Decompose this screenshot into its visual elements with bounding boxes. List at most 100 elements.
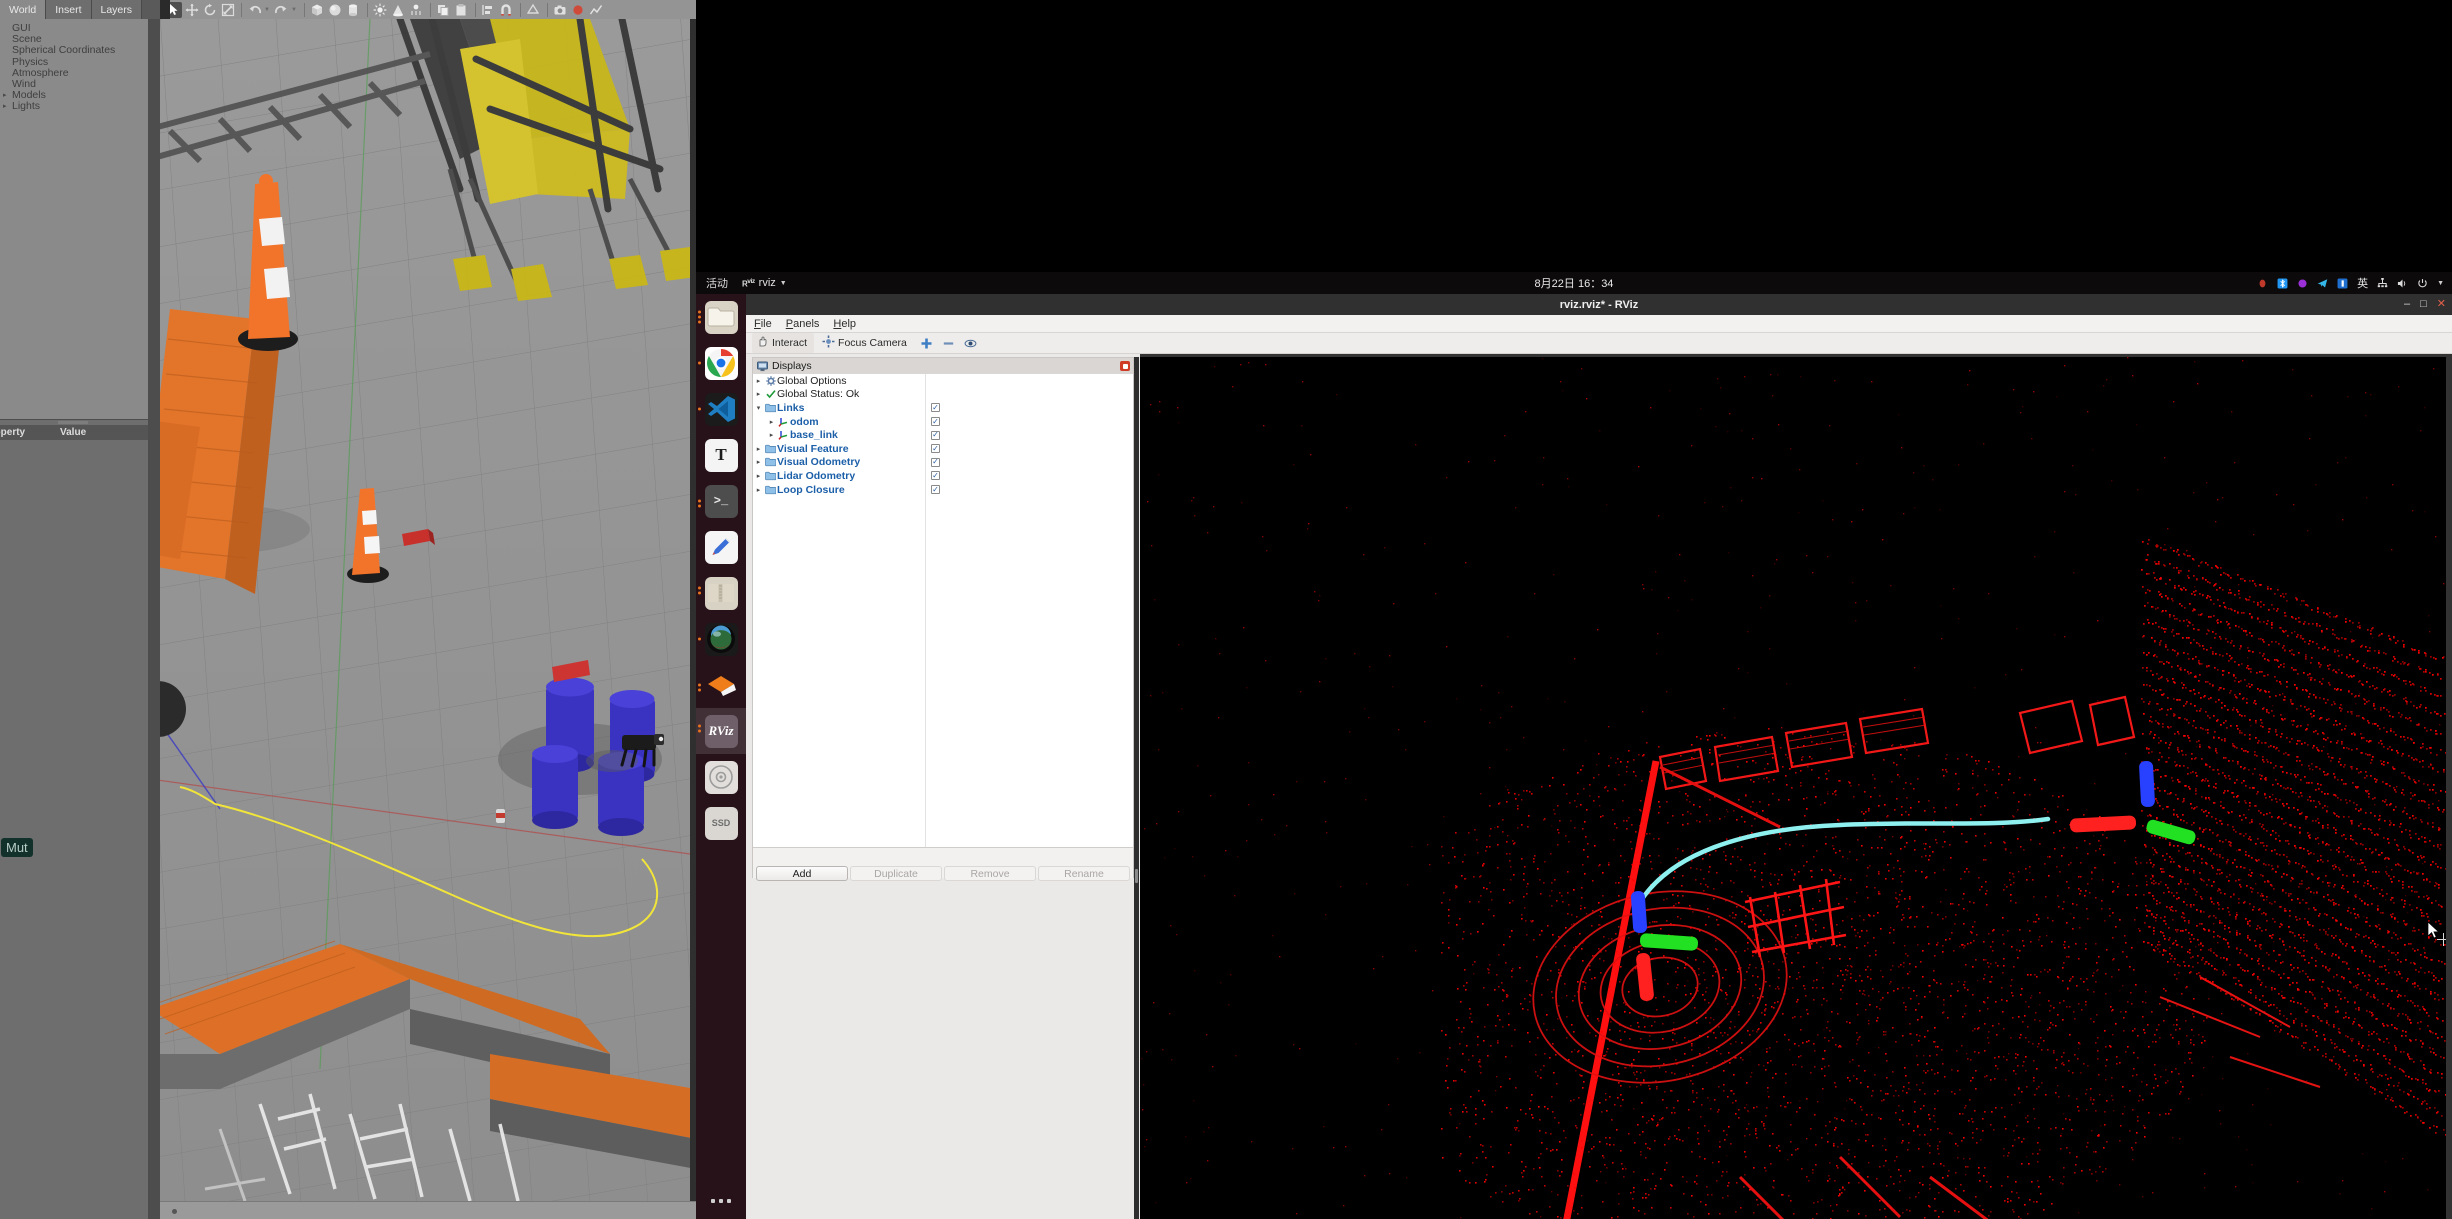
network-wired-icon[interactable] <box>2377 277 2388 289</box>
files-dock-item[interactable] <box>696 294 746 340</box>
expand-arrow-icon[interactable]: ▾ <box>753 404 764 412</box>
expand-arrow-icon[interactable]: ▸ <box>753 472 764 480</box>
ssd-drive-dock-item[interactable]: SSD <box>696 800 746 846</box>
close-button[interactable]: ✕ <box>2437 299 2446 310</box>
change-view-tool[interactable] <box>525 2 542 18</box>
todo-app-icon[interactable] <box>2337 278 2348 289</box>
activities-button[interactable]: 活动 <box>706 275 728 291</box>
archive-manager-dock-item[interactable] <box>696 570 746 616</box>
volume-icon[interactable] <box>2397 278 2408 289</box>
gazebo-dock-item[interactable] <box>696 616 746 662</box>
align-tool[interactable] <box>480 2 497 18</box>
expand-arrow-icon[interactable]: ▸ <box>753 377 764 385</box>
rotate-mode-tool[interactable] <box>201 2 218 18</box>
display-visibility-checkbox[interactable]: ✓ <box>931 430 940 440</box>
insert-cylinder-tool[interactable] <box>345 2 362 18</box>
display-visibility-checkbox[interactable]: ✓ <box>931 485 940 495</box>
log-tool[interactable] <box>570 2 587 18</box>
display-visibility-checkbox[interactable]: ✓ <box>931 471 940 481</box>
rviz-dock-item[interactable]: RViz <box>696 708 746 754</box>
minimize-button[interactable]: – <box>2404 299 2410 310</box>
scale-mode-tool[interactable] <box>219 2 236 18</box>
displays-tree[interactable]: ▸ Global Options ▸ Global Status: Ok ▾ Links ✓… <box>753 374 1133 847</box>
display-item-visual-feature[interactable]: ▸ Visual Feature ✓ <box>753 442 1133 456</box>
app-menu[interactable]: Rviz rviz ▼ <box>742 277 787 289</box>
tab-insert[interactable]: Insert <box>46 0 92 19</box>
menu-help[interactable]: Help <box>833 318 856 330</box>
display-visibility-checkbox[interactable]: ✓ <box>931 417 940 427</box>
texstudio-dock-item[interactable]: T <box>696 432 746 478</box>
tool-focus-camera[interactable]: Focus Camera <box>818 333 914 353</box>
gazebo-world-tree[interactable]: GUI Scene Spherical Coordinates Physics Atmo… <box>0 19 148 419</box>
meshlab-dock-item[interactable] <box>696 662 746 708</box>
system-menu-caret-icon[interactable]: ▼ <box>2437 280 2444 287</box>
menu-panels[interactable]: Panels <box>786 318 820 330</box>
tool-add-tool[interactable] <box>918 335 936 352</box>
expand-arrow-icon[interactable]: ▸ <box>753 486 764 494</box>
display-item-lidar-odometry[interactable]: ▸ Lidar Odometry ✓ <box>753 469 1133 483</box>
close-displays-panel-icon[interactable] <box>1120 361 1130 371</box>
expand-arrow-icon[interactable]: ▸ <box>753 458 764 466</box>
redo-history-tool[interactable]: ▼ <box>291 7 297 13</box>
display-item-global-options[interactable]: ▸ Global Options <box>753 374 1133 388</box>
plot-tool[interactable] <box>588 2 605 18</box>
redo-tool[interactable] <box>273 2 290 18</box>
add-display-button[interactable]: Add <box>756 866 848 881</box>
network-manager-icon[interactable] <box>2297 278 2308 289</box>
display-visibility-checkbox[interactable]: ✓ <box>931 403 940 413</box>
show-applications-button[interactable] <box>696 1191 746 1211</box>
text-editor-dock-item[interactable] <box>696 524 746 570</box>
gazebo-3d-viewport[interactable] <box>160 19 696 1201</box>
insert-directionallight-tool[interactable] <box>408 2 425 18</box>
display-item-base-link[interactable]: ▸ base_link ✓ <box>753 428 1133 442</box>
google-chrome-dock-item[interactable] <box>696 340 746 386</box>
rviz-3d-viewport[interactable] <box>1140 357 2446 1219</box>
rviz-splitter-grip[interactable] <box>1135 869 1138 883</box>
display-item-odom[interactable]: ▸ odom ✓ <box>753 415 1133 429</box>
snap-tool[interactable] <box>498 2 515 18</box>
icon-wrap: >_ <box>704 484 738 518</box>
insert-spotlight-tool[interactable] <box>390 2 407 18</box>
recording-indicator-icon[interactable] <box>2257 278 2268 289</box>
display-visibility-checkbox[interactable]: ✓ <box>931 457 940 467</box>
clock[interactable]: 8月22日 16：34 <box>696 275 2452 291</box>
vscode-dock-item[interactable] <box>696 386 746 432</box>
telegram-icon[interactable] <box>2317 278 2328 289</box>
tab-world[interactable]: World <box>0 0 47 19</box>
insert-sphere-tool[interactable] <box>327 2 344 18</box>
tool-interact[interactable]: Interact <box>752 333 815 353</box>
display-item-global-status-ok[interactable]: ▸ Global Status: Ok <box>753 388 1133 402</box>
display-item-visual-odometry[interactable]: ▸ Visual Odometry ✓ <box>753 456 1133 470</box>
gazebo-panel-grip[interactable] <box>58 421 88 424</box>
tool-properties[interactable] <box>962 335 980 352</box>
input-method-icon[interactable]: 英 <box>2357 275 2368 291</box>
maximize-button[interactable]: □ <box>2420 299 2427 310</box>
display-item-loop-closure[interactable]: ▸ Loop Closure ✓ <box>753 483 1133 497</box>
expand-arrow-icon[interactable]: ▸ <box>766 431 777 439</box>
expand-arrow-icon[interactable]: ▸ <box>766 418 777 426</box>
tool-remove-tool[interactable] <box>940 335 958 352</box>
insert-box-tool[interactable] <box>309 2 326 18</box>
expand-arrow-icon[interactable]: ▸ <box>753 445 764 453</box>
gazebo-tree-item-spherical-coordinates[interactable]: Spherical Coordinates <box>0 45 148 56</box>
disks-dock-item[interactable] <box>696 754 746 800</box>
menu-file[interactable]: File <box>754 318 772 330</box>
translate-mode-tool[interactable] <box>183 2 200 18</box>
display-visibility-checkbox[interactable]: ✓ <box>931 444 940 454</box>
paste-tool[interactable] <box>453 2 470 18</box>
gazebo-toolbar[interactable]: ▼ ▼ <box>160 0 696 19</box>
copy-tool[interactable] <box>435 2 452 18</box>
tab-layers[interactable]: Layers <box>91 0 143 19</box>
terminal-dock-item[interactable]: >_ <box>696 478 746 524</box>
screenshot-tool[interactable] <box>552 2 569 18</box>
undo-tool[interactable] <box>246 2 263 18</box>
gazebo-tree-item-lights[interactable]: Lights <box>0 101 148 113</box>
power-icon[interactable] <box>2417 278 2428 289</box>
rviz-panel-splitter[interactable] <box>1134 357 1139 1219</box>
bluetooth-icon[interactable] <box>2277 278 2288 289</box>
expand-arrow-icon[interactable]: ▸ <box>753 390 764 398</box>
insert-pointlight-tool[interactable] <box>372 2 389 18</box>
rviz-titlebar[interactable]: rviz.rviz* - RViz – □ ✕ <box>746 294 2452 315</box>
display-item-links[interactable]: ▾ Links ✓ <box>753 401 1133 415</box>
undo-history-tool[interactable]: ▼ <box>264 7 270 13</box>
